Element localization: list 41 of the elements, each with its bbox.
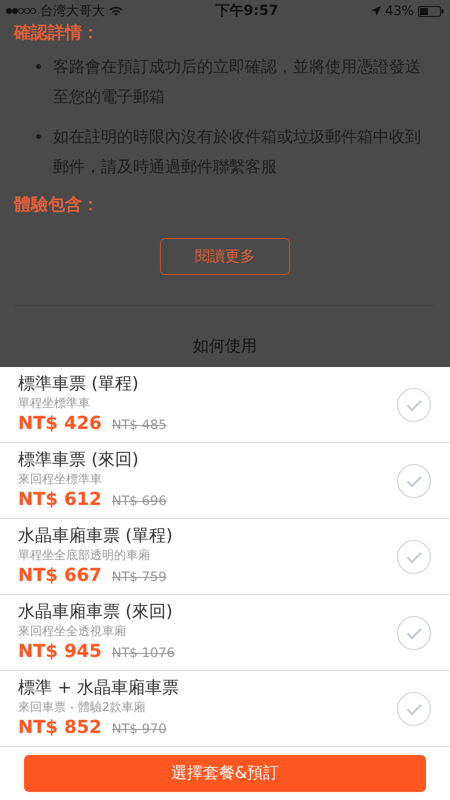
check-circle-icon[interactable] — [396, 690, 432, 726]
original-price: NT$ 1076 — [112, 646, 175, 661]
option-price: NT$ 667 — [18, 564, 102, 588]
bullet-icon — [36, 64, 41, 69]
package-option[interactable]: 水晶車廂車票 (單程) 單程坐全底部透明的車廂 NT$ 667 NT$ 759 — [0, 519, 450, 595]
original-price: NT$ 759 — [112, 570, 167, 585]
check-circle-icon[interactable] — [396, 462, 432, 498]
section-heading: 確認詳情： — [14, 22, 100, 44]
option-description: 單程坐標準車 — [18, 395, 91, 412]
option-title: 水晶車廂車票 (來回) — [18, 601, 174, 623]
package-option[interactable]: 標準 + 水晶車廂車票 來回車票 - 體驗2款車廂 NT$ 852 NT$ 970 — [0, 671, 450, 747]
option-description: 來回車票 - 體驗2款車廂 — [18, 699, 147, 716]
bullet-icon — [36, 134, 41, 139]
carrier-name: 台湾大哥大 — [40, 3, 105, 20]
option-description: 來回程坐全透視車廂 — [18, 623, 127, 640]
option-title: 標準車票 (來回) — [18, 449, 140, 471]
original-price: NT$ 970 — [112, 722, 167, 737]
option-price: NT$ 426 — [18, 412, 102, 436]
check-circle-icon[interactable] — [396, 386, 432, 422]
battery-icon — [418, 6, 444, 16]
option-description: 單程坐全底部透明的車廂 — [18, 547, 151, 564]
section-heading: 體驗包含： — [14, 194, 100, 216]
package-option[interactable]: 標準車票 (單程) 單程坐標準車 NT$ 426 NT$ 485 — [0, 367, 450, 443]
check-circle-icon[interactable] — [396, 538, 432, 574]
option-price: NT$ 612 — [18, 488, 102, 512]
wifi-icon — [109, 6, 123, 16]
status-time: 下午9:57 — [214, 2, 280, 20]
original-price: NT$ 696 — [112, 494, 167, 509]
option-description: 來回程坐標準車 — [18, 471, 103, 488]
original-price: NT$ 485 — [112, 418, 167, 433]
signal-icon — [6, 7, 36, 15]
location-arrow-icon — [371, 6, 382, 16]
option-price: NT$ 852 — [18, 716, 102, 740]
package-option[interactable]: 標準車票 (來回) 來回程坐標準車 NT$ 612 NT$ 696 — [0, 443, 450, 519]
battery-percent: 43% — [385, 4, 414, 18]
option-title: 標準 + 水晶車廂車票 — [18, 677, 180, 699]
package-option[interactable]: 水晶車廂車票 (來回) 來回程坐全透視車廂 NT$ 945 NT$ 1076 — [0, 595, 450, 671]
option-title: 標準車票 (單程) — [18, 373, 140, 395]
check-circle-icon[interactable] — [396, 614, 432, 650]
option-price: NT$ 945 — [18, 640, 102, 664]
option-title: 水晶車廂車票 (單程) — [18, 525, 174, 547]
